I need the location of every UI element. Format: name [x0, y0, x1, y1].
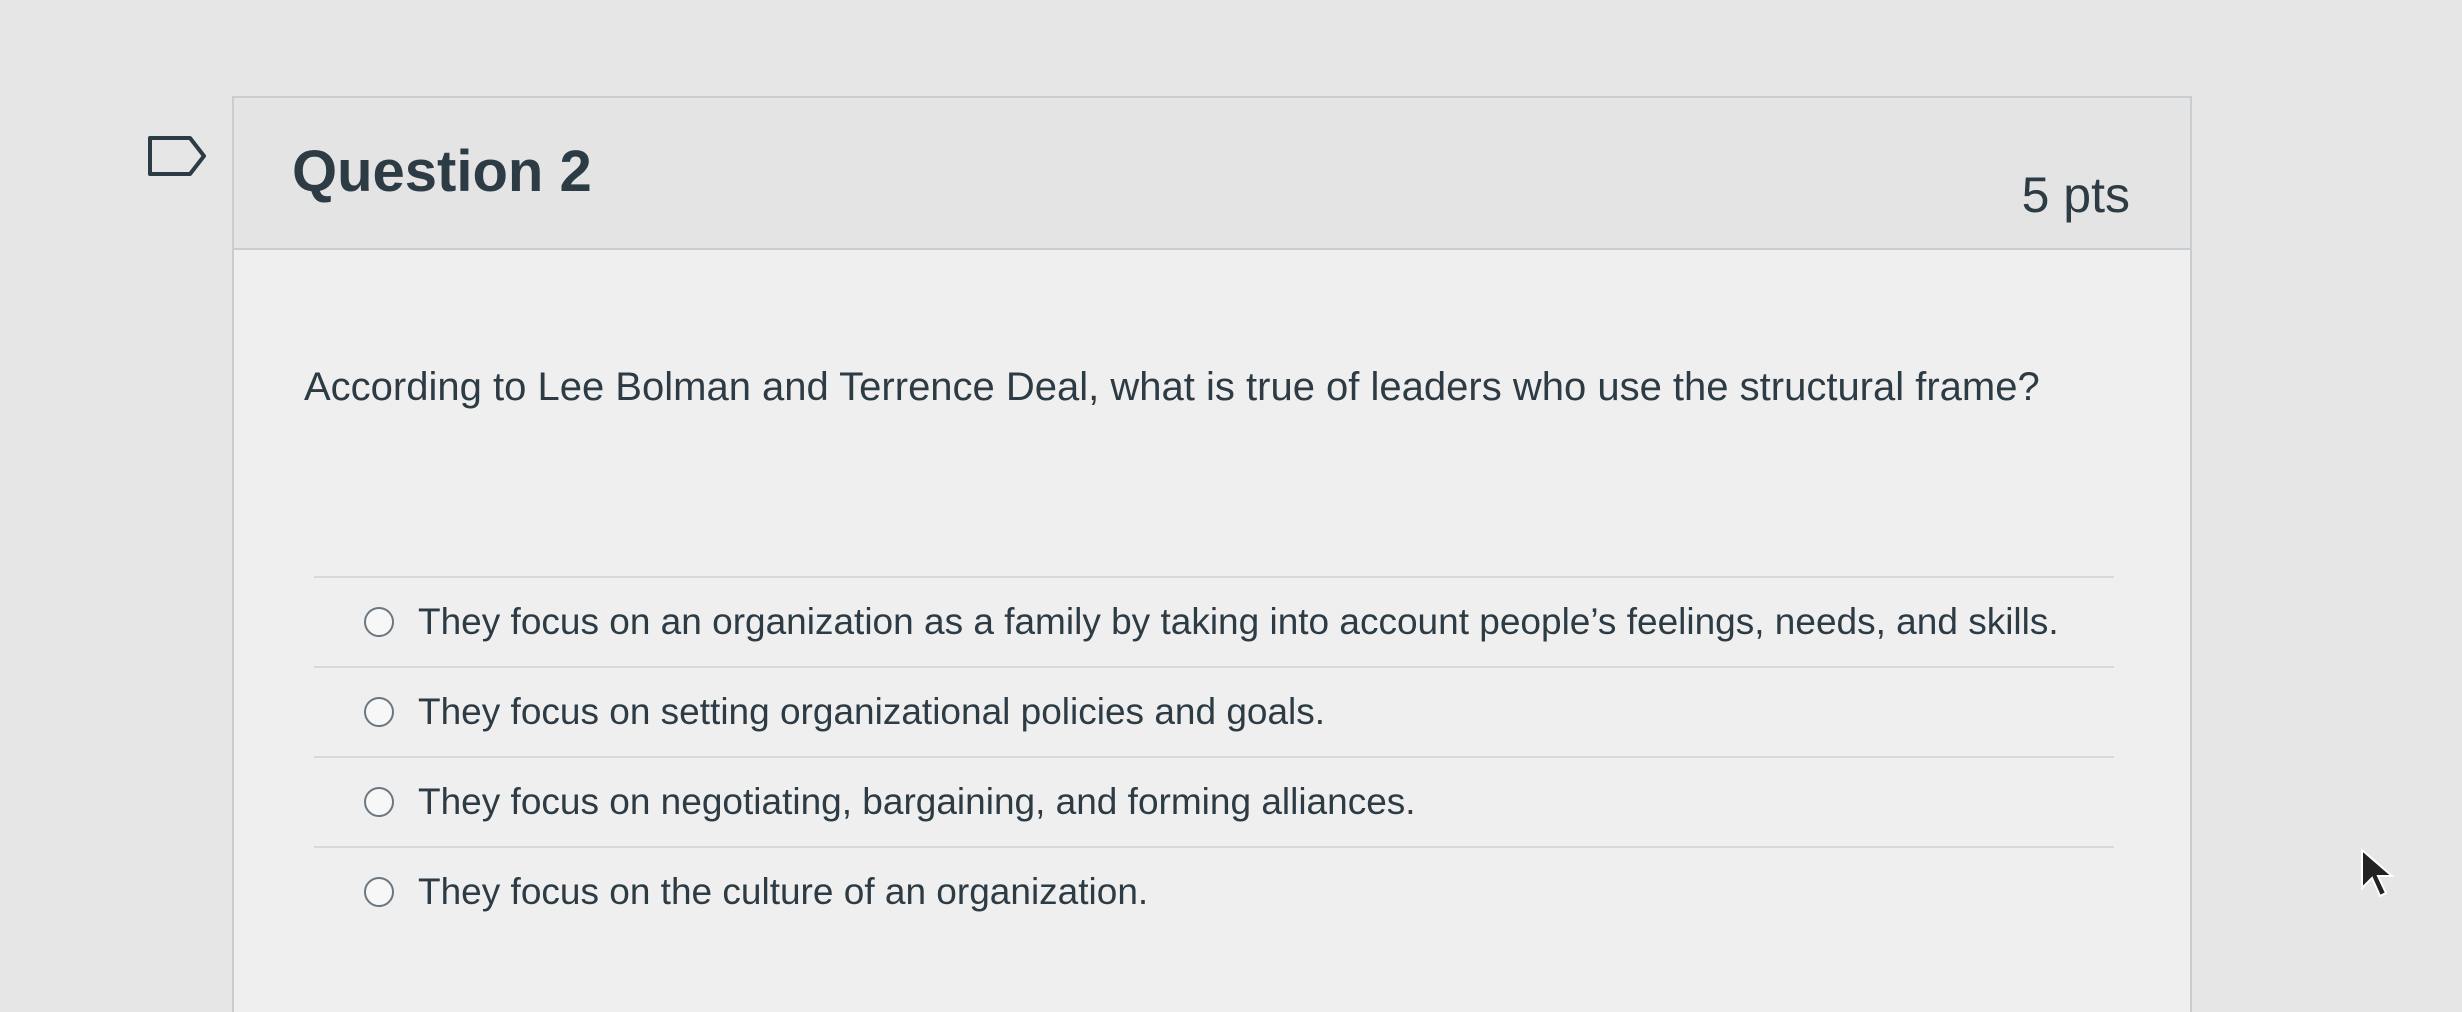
radio-button-icon[interactable] — [364, 787, 394, 817]
answer-label[interactable]: They focus on negotiating, bargaining, a… — [418, 781, 1416, 823]
radio-button-icon[interactable] — [364, 697, 394, 727]
flag-question-icon[interactable] — [146, 134, 208, 178]
answer-option[interactable]: They focus on an organization as a famil… — [314, 576, 2114, 666]
answer-option[interactable]: They focus on the culture of an organiza… — [314, 846, 2114, 936]
answer-option[interactable]: They focus on setting organizational pol… — [314, 666, 2114, 756]
radio-button-icon[interactable] — [364, 877, 394, 907]
answer-label[interactable]: They focus on an organization as a famil… — [418, 601, 2059, 643]
question-card: Question 2 5 pts According to Lee Bolman… — [232, 96, 2192, 1012]
answer-label[interactable]: They focus on the culture of an organiza… — [418, 871, 1148, 913]
answer-list: They focus on an organization as a famil… — [314, 576, 2114, 936]
mouse-pointer-icon — [2361, 848, 2395, 898]
question-text: According to Lee Bolman and Terrence Dea… — [304, 365, 2040, 409]
answer-option[interactable]: They focus on negotiating, bargaining, a… — [314, 756, 2114, 846]
answer-label[interactable]: They focus on setting organizational pol… — [418, 691, 1325, 733]
radio-button-icon[interactable] — [364, 607, 394, 637]
question-points: 5 pts — [2021, 167, 2130, 223]
question-header: Question 2 5 pts — [234, 98, 2190, 250]
question-title: Question 2 — [292, 139, 592, 204]
